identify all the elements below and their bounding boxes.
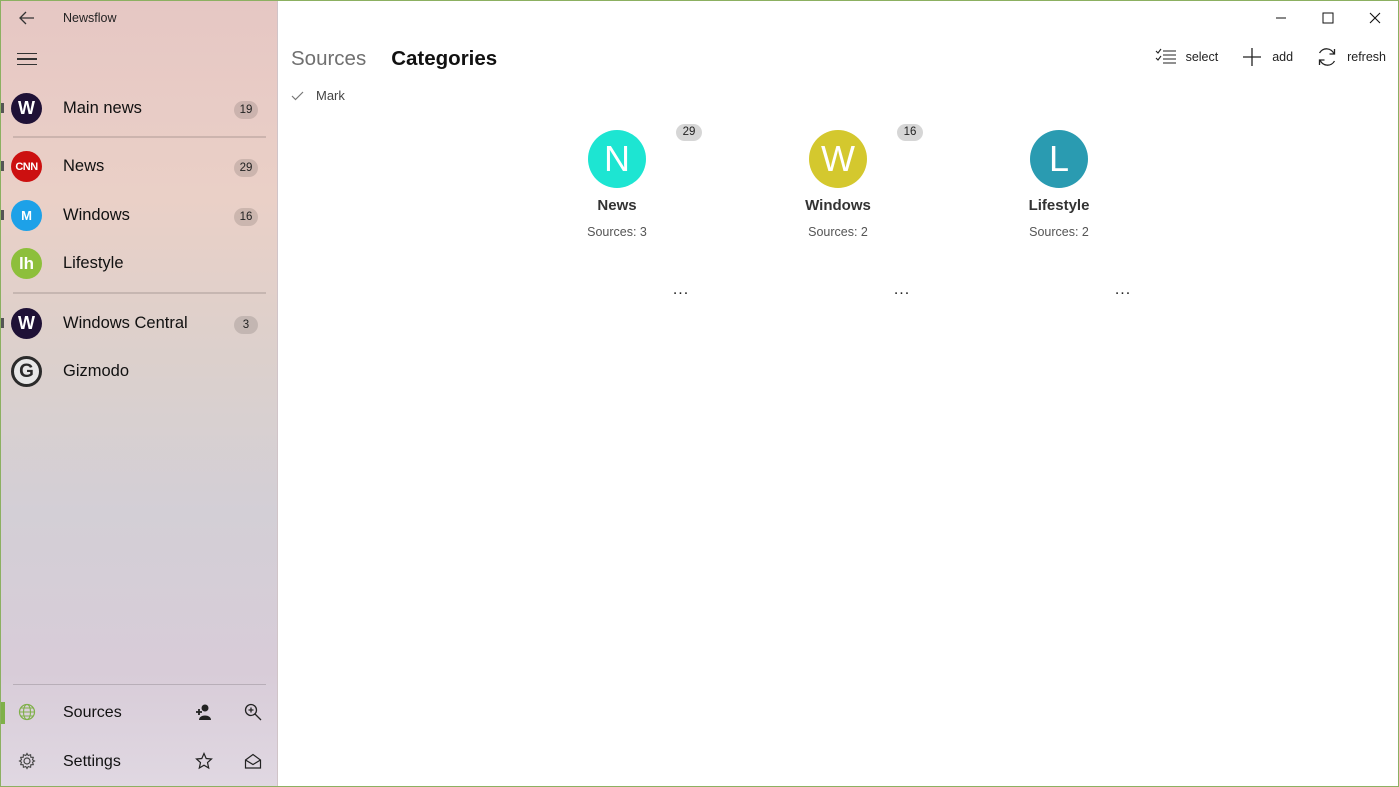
mark-label: Mark — [316, 88, 345, 103]
sidebar-item-label: Lifestyle — [63, 254, 124, 272]
category-name: Windows — [805, 197, 871, 214]
pivot-tabs: Sources Categories — [291, 47, 497, 71]
gizmodo-logo-icon: G — [11, 356, 42, 387]
selection-marker — [1, 318, 4, 328]
refresh-button[interactable]: refresh — [1315, 45, 1386, 69]
unread-count-badge: 16 — [234, 208, 258, 226]
category-sources-count: Sources: 2 — [808, 225, 868, 239]
sidebar-item-windows-central[interactable]: W Windows Central 3 — [1, 301, 278, 345]
sidebar-item-gizmodo[interactable]: G Gizmodo — [1, 349, 278, 393]
plus-icon — [1240, 45, 1264, 69]
back-arrow-icon[interactable] — [13, 7, 41, 29]
windows-central-logo-icon: W — [11, 308, 42, 339]
main-news-avatar-icon: W — [11, 93, 42, 124]
add-button[interactable]: add — [1240, 45, 1293, 69]
select-label: select — [1185, 50, 1219, 64]
category-card-news[interactable]: N 29 News Sources: 3 ... — [571, 121, 702, 301]
selection-marker — [1, 702, 5, 724]
unread-count-badge: 29 — [234, 159, 258, 177]
selection-marker — [1, 103, 4, 113]
command-bar: select add refresh — [1154, 45, 1386, 69]
sidebar-settings-item[interactable]: Settings — [1, 739, 278, 783]
globe-icon — [15, 700, 39, 724]
cnn-logo-icon: CNN — [11, 151, 42, 182]
minimize-icon[interactable] — [1257, 1, 1304, 35]
zoom-in-search-icon[interactable] — [241, 700, 265, 724]
app-window: Newsflow W Main news 19 CNN News 29 M Wi… — [0, 0, 1399, 787]
open-mail-icon[interactable] — [241, 749, 265, 773]
hamburger-menu-icon[interactable] — [9, 45, 45, 73]
more-options-button[interactable]: ... — [887, 281, 917, 299]
sidebar-item-label: Main news — [63, 99, 142, 117]
divider — [13, 292, 266, 294]
category-name: News — [597, 197, 637, 214]
gear-icon — [15, 749, 39, 773]
window-controls — [1257, 1, 1398, 35]
category-card-windows[interactable]: W 16 Windows Sources: 2 ... — [792, 121, 923, 301]
app-title: Newsflow — [63, 11, 117, 25]
select-button[interactable]: select — [1154, 45, 1219, 69]
sidebar-item-label: News — [63, 157, 105, 175]
sources-label: Sources — [63, 704, 122, 721]
sidebar-item-label: Windows Central — [63, 314, 188, 332]
more-options-button[interactable]: ... — [1108, 281, 1138, 299]
title-bar: Newsflow — [1, 1, 278, 35]
sidebar-item-lifestyle[interactable]: lh Lifestyle — [1, 241, 278, 285]
selection-marker — [1, 210, 4, 220]
category-name: Lifestyle — [1028, 197, 1090, 214]
checkmark-icon — [291, 91, 304, 100]
unread-count-badge: 3 — [234, 316, 258, 334]
unread-count-badge: 19 — [234, 101, 258, 119]
category-avatar: W — [809, 130, 867, 188]
divider — [13, 136, 266, 138]
star-icon[interactable] — [192, 749, 216, 773]
selection-marker — [1, 161, 4, 171]
windows-source-logo-icon: M — [11, 200, 42, 231]
add-label: add — [1272, 50, 1294, 64]
refresh-label: refresh — [1347, 50, 1386, 64]
category-avatar: N — [588, 130, 646, 188]
sidebar-item-windows[interactable]: M Windows 16 — [1, 193, 278, 237]
maximize-icon[interactable] — [1304, 1, 1351, 35]
lifehacker-logo-icon: lh — [11, 248, 42, 279]
category-sources-count: Sources: 3 — [587, 225, 647, 239]
category-avatar: L — [1030, 130, 1088, 188]
settings-label: Settings — [63, 753, 121, 770]
sidebar-item-news[interactable]: CNN News 29 — [1, 144, 278, 188]
unread-count-badge: 29 — [676, 124, 702, 141]
sidebar-item-label: Gizmodo — [63, 362, 130, 380]
sidebar-item-main-news[interactable]: W Main news 19 — [1, 86, 278, 130]
tab-sources[interactable]: Sources — [291, 47, 366, 71]
more-options-button[interactable]: ... — [666, 281, 696, 299]
refresh-icon — [1315, 45, 1339, 69]
main-content: Sources Categories select add refresh Ma… — [279, 1, 1398, 786]
category-sources-count: Sources: 2 — [1029, 225, 1089, 239]
close-icon[interactable] — [1351, 1, 1398, 35]
sidebar-sources-item[interactable]: Sources — [1, 690, 278, 734]
unread-count-badge: 16 — [897, 124, 923, 141]
tab-categories[interactable]: Categories — [391, 47, 497, 71]
divider — [13, 684, 266, 685]
sidebar-item-label: Windows — [63, 206, 130, 224]
add-person-icon[interactable] — [192, 700, 216, 724]
sidebar: Newsflow W Main news 19 CNN News 29 M Wi… — [1, 1, 278, 786]
category-card-lifestyle[interactable]: L Lifestyle Sources: 2 ... — [1013, 121, 1133, 301]
mark-button[interactable]: Mark — [291, 88, 345, 103]
categories-grid: N 29 News Sources: 3 ... W 16 Windows So… — [571, 121, 1271, 311]
checklist-icon — [1154, 45, 1178, 69]
